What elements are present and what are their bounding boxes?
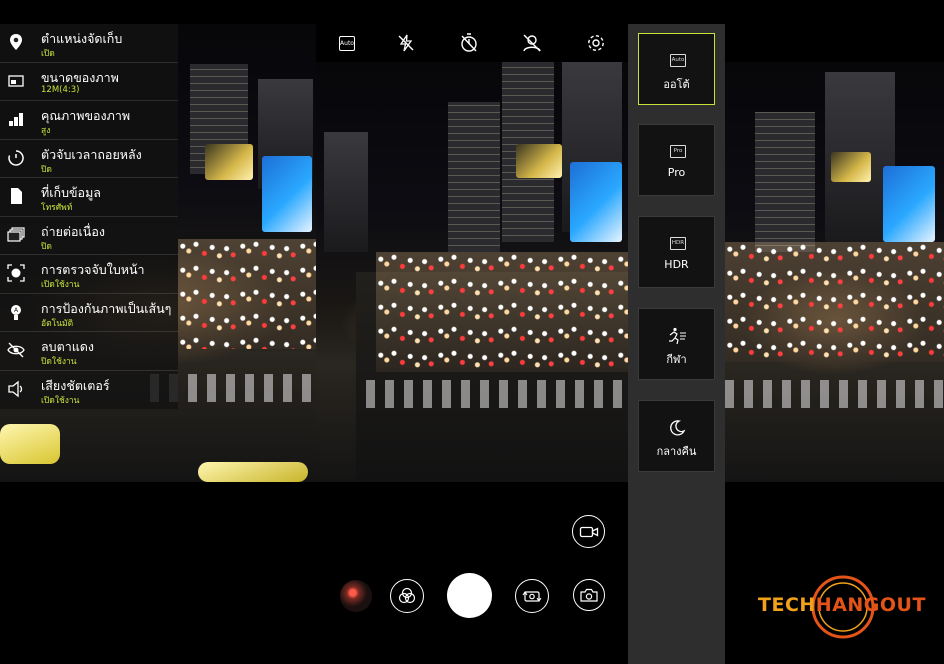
auto-icon[interactable]: Auto (334, 30, 360, 56)
mode-pro[interactable]: Pro Pro (638, 124, 715, 196)
filters-icon[interactable] (390, 579, 424, 613)
menu-item-value: 12M(4:3) (41, 84, 80, 95)
shutter-button[interactable] (447, 573, 492, 618)
menu-item-anti-banding[interactable]: A การป้องกันภาพเป็นเส้นๆ อัตโนมัติ (0, 294, 178, 332)
menu-item-burst[interactable]: ถ่ายต่อเนื่อง ปิด (0, 217, 178, 255)
menu-item-value: ปิด (41, 241, 52, 252)
menu-item-value: โทรศัพท์ (41, 203, 73, 213)
hdr-mode-icon: HDR (670, 237, 686, 250)
menu-item-image-size[interactable]: ขนาดของภาพ 12M(4:3) (0, 63, 178, 101)
pro-mode-icon: Pro (670, 145, 686, 158)
menu-item-label: ตัวจับเวลาถอยหลัง (41, 146, 142, 162)
menu-item-red-eye[interactable]: ลบตาแดง ปิดใช้งาน (0, 332, 178, 371)
menu-item-value: เปิด (41, 49, 55, 59)
mode-label: ออโต้ (663, 78, 690, 91)
camera-mode-icon[interactable] (573, 579, 605, 611)
menu-item-value: อัตโนมัติ (41, 318, 74, 329)
mode-auto[interactable]: Auto ออโต้ (638, 33, 715, 105)
menu-item-save-location[interactable]: ตำแหน่งจัดเก็บ เปิด (0, 24, 178, 63)
logo-text: TECHHANGOUT (758, 594, 926, 616)
menu-item-shutter-sound[interactable]: เสียงชัตเตอร์ เปิดใช้งาน (0, 371, 178, 410)
mode-label: Pro (667, 166, 686, 179)
switch-camera-icon[interactable] (515, 579, 549, 613)
menu-item-value: ปิดใช้งาน (41, 357, 77, 367)
menu-item-image-quality[interactable]: คุณภาพของภาพ สูง (0, 101, 178, 140)
menu-item-value: เปิดใช้งาน (41, 395, 80, 406)
logo-text-part-1: TECH (758, 594, 816, 616)
sport-runner-icon (669, 327, 686, 345)
menu-item-face-detection[interactable]: การตรวจจับใบหน้า เปิดใช้งาน (0, 255, 178, 294)
photo-preview-center (316, 62, 628, 482)
menu-item-value: ปิด (41, 164, 52, 175)
menu-item-countdown-timer[interactable]: ตัวจับเวลาถอยหลัง ปิด (0, 140, 178, 178)
settings-gear-icon[interactable] (583, 30, 609, 56)
red-eye-icon (7, 342, 25, 358)
mode-label: HDR (664, 258, 689, 271)
menu-item-value: สูง (41, 126, 51, 136)
shutter-sound-icon (8, 380, 23, 397)
settings-menu: ตำแหน่งจัดเก็บ เปิด ขนาดของภาพ 12M(4:3) … (0, 24, 178, 409)
mode-sport[interactable]: กีฬา (638, 308, 715, 380)
storage-icon (11, 188, 22, 204)
menu-item-label: คุณภาพของภาพ (41, 108, 131, 123)
burst-icon (7, 226, 25, 242)
menu-item-storage[interactable]: ที่เก็บข้อมูล โทรศัพท์ (0, 178, 178, 217)
night-moon-icon (670, 420, 686, 436)
photo-preview-right (725, 62, 944, 482)
countdown-timer-icon (8, 149, 24, 166)
techhangout-logo: TECHHANGOUT (758, 574, 928, 640)
face-detect-icon (7, 264, 25, 282)
top-toolbar: Auto (318, 24, 628, 62)
anti-banding-icon: A (11, 304, 21, 320)
video-record-icon[interactable] (572, 515, 605, 548)
mode-label: กลางคืน (656, 445, 697, 458)
image-quality-icon (9, 113, 23, 126)
mode-label: กีฬา (666, 353, 687, 366)
beauty-off-icon[interactable] (519, 30, 545, 56)
menu-item-value: เปิดใช้งาน (41, 280, 80, 290)
image-size-icon (8, 74, 24, 87)
location-pin-icon (10, 34, 22, 50)
gallery-thumbnail[interactable] (340, 580, 372, 612)
auto-mode-icon: Auto (670, 54, 686, 67)
timer-icon[interactable] (456, 30, 482, 56)
flash-off-icon[interactable] (393, 30, 419, 56)
logo-text-part-2: HANGOUT (815, 594, 926, 616)
mode-hdr[interactable]: HDR HDR (638, 216, 715, 288)
mode-night[interactable]: กลางคืน (638, 400, 715, 472)
mode-panel: Auto ออโต้ Pro Pro HDR HDR กีฬา กลางคืน (628, 24, 725, 664)
